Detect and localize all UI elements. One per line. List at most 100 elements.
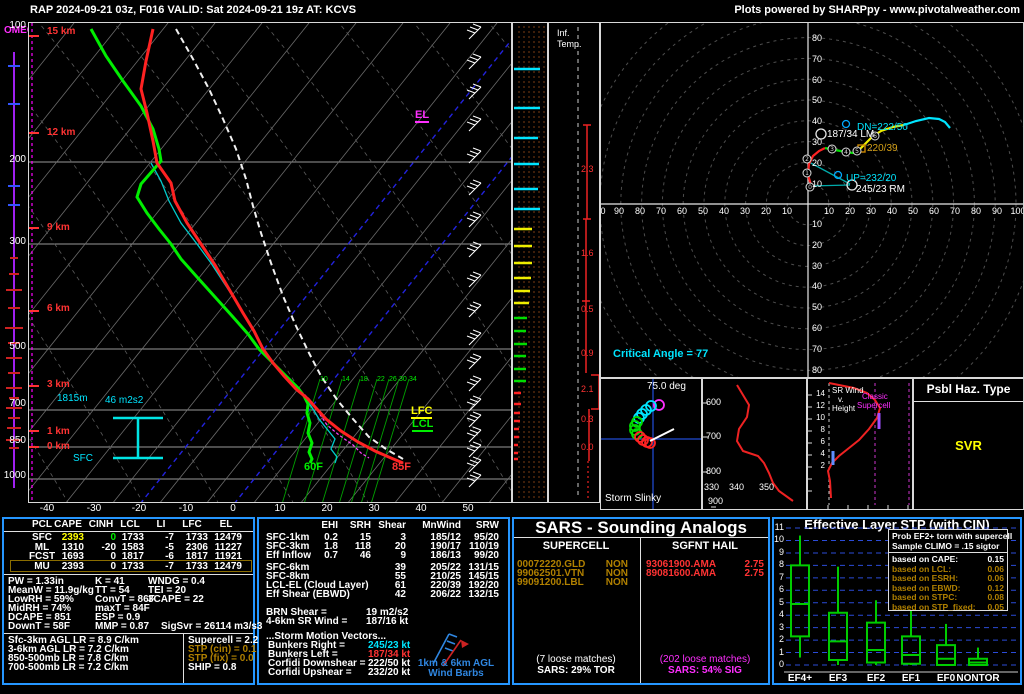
stp-category: EF2 <box>856 674 896 684</box>
cloud-layer-wind-label: 220/39 <box>867 144 898 154</box>
skewt-xtick: 0 <box>221 504 245 514</box>
hodo-height-marker: 5 <box>855 148 859 155</box>
hodo-ring-label: 80 <box>630 207 650 216</box>
surface-temp-label: 85F <box>392 462 411 473</box>
hodo-height-marker: 2 <box>805 156 809 163</box>
prob-row-label: based on ESRH: <box>892 574 958 583</box>
sr46-label: 4-6km SR Wind = <box>266 617 347 627</box>
kin-mnwind: 206/22 <box>412 590 461 600</box>
prob-row-label: based on STP_fixed: <box>892 603 976 612</box>
sars-hail-result: SARS: 54% SIG <box>644 666 766 676</box>
skewt-xtick: -10 <box>174 504 198 514</box>
hodo-ring-label: 80 <box>966 207 986 216</box>
thetae-xtick: 330 <box>704 483 719 492</box>
slinky-angle-label: 75.0 deg <box>647 382 686 392</box>
el-label: EL <box>415 110 429 123</box>
stp-ytick: 5 <box>772 598 784 607</box>
skewt-xtick: -20 <box>127 504 151 514</box>
kin-header: SRH <box>340 521 371 531</box>
sars-supercell-result: SARS: 29% TOR <box>516 666 636 676</box>
kin-srh: 46 <box>340 551 371 561</box>
skewt-xtick: 10 <box>268 504 292 514</box>
parcel-el: 12479 <box>210 562 242 572</box>
prob-row-value: 0.06 <box>980 574 1004 583</box>
hodo-ring-label: 90 <box>609 207 629 216</box>
stp-ytick: 3 <box>772 623 784 632</box>
srwind-ytick: 2 <box>812 462 825 470</box>
hazard-title: Psbl Haz. Type <box>914 383 1023 395</box>
sars-hail-match: 89081600.AMA <box>646 569 716 579</box>
sars-match-value: NON <box>594 578 628 588</box>
height-label: 0 km <box>47 442 70 452</box>
parcel-cinh: 0 <box>86 562 116 572</box>
mixing-ratio-label: 22 <box>377 376 385 383</box>
slinky-title: Storm Slinky <box>605 494 661 504</box>
prob-row-label: based on LCL: <box>892 565 951 574</box>
divider <box>640 537 641 683</box>
motion-value-corfidi-up: 232/20 kt <box>368 668 410 678</box>
divider <box>183 633 184 683</box>
height-label: 12 km <box>47 128 75 138</box>
prob-row-label: based on EBWD: <box>892 584 960 593</box>
kin-shear: 9 <box>374 551 406 561</box>
classic-supercell-label: Supercell <box>857 402 890 410</box>
skewt-xtick: 40 <box>409 504 433 514</box>
divider <box>914 401 1023 402</box>
parcel-header: LCL <box>116 520 144 530</box>
hodo-ring-label: 50 <box>812 303 822 312</box>
sars-match: 99091200.LBL <box>517 578 584 588</box>
stp-ytick: 11 <box>772 523 784 532</box>
right-mover-label: 245/23 RM <box>856 185 905 195</box>
hodo-ring-label: 20 <box>840 207 860 216</box>
kin-header: MnWind <box>412 521 461 531</box>
left-mover-label: 187/34 LM <box>827 130 874 140</box>
hodo-ring-label: 40 <box>882 207 902 216</box>
divider <box>4 574 253 575</box>
prob-row-value: 0.12 <box>980 584 1004 593</box>
parcel-header: CAPE <box>52 520 84 530</box>
srwind-ytick: 6 <box>812 438 825 446</box>
hodo-ring-label: 30 <box>812 138 822 147</box>
hodo-ring-label: 100 <box>600 207 608 216</box>
mixing-ratio-label: 18 <box>360 376 368 383</box>
inf-temp-value: 1.6 <box>581 249 594 258</box>
prob-row-label: based on STPC: <box>892 593 957 602</box>
hodo-ring-label: 50 <box>693 207 713 216</box>
hodo-9-12km <box>904 118 950 128</box>
pressure-label: 200 <box>2 155 26 165</box>
sars-hail-note: (202 loose matches) <box>644 655 766 665</box>
hodo-ring-label: 10 <box>812 220 822 229</box>
sars-supercell-header: SUPERCELL <box>516 541 636 552</box>
thetae-ytick: 900 <box>708 497 723 506</box>
thetae-xtick: 350 <box>759 483 774 492</box>
parcel-li: -7 <box>148 562 174 572</box>
hodo-ring-label: 80 <box>812 34 822 43</box>
skewt-xtick: -30 <box>82 504 106 514</box>
stp-category: EF3 <box>818 674 858 684</box>
kin-row-label: Eff Inflow <box>266 551 311 561</box>
divider <box>514 537 768 538</box>
pressure-label: 300 <box>2 237 26 247</box>
hodo-ring-label: 90 <box>987 207 1007 216</box>
storm-slinky-plot <box>601 379 701 509</box>
stp-ytick: 0 <box>772 660 784 669</box>
stp-ytick: 4 <box>772 610 784 619</box>
moisture-bars <box>513 23 547 502</box>
surface-dewpoint-label: 60F <box>304 462 323 473</box>
hodo-ring-label: 30 <box>812 262 822 271</box>
skewt-xtick: 30 <box>362 504 386 514</box>
kin-header: Shear <box>374 521 406 531</box>
inferred-temp-plot <box>549 23 599 502</box>
inflow-height-label: 1815m <box>57 394 88 404</box>
stat-downt: DownT = 58F <box>8 622 70 632</box>
hodo-height-marker: 3 <box>830 146 834 153</box>
srwind-panel: 14 12 10 8 6 4 2 SR Wind v. Height Class… <box>807 378 913 510</box>
stp-category: EF1 <box>891 674 931 684</box>
inf-temp-title: Temp. <box>557 40 582 49</box>
stp-ytick: 7 <box>772 573 784 582</box>
header-credit: Plots powered by SHARPpy - www.pivotalwe… <box>734 5 1020 16</box>
hodo-ring-label: 70 <box>651 207 671 216</box>
thetae-ytick: 700 <box>706 432 721 441</box>
hodo-ring-label: 60 <box>672 207 692 216</box>
height-ticks <box>29 36 39 447</box>
